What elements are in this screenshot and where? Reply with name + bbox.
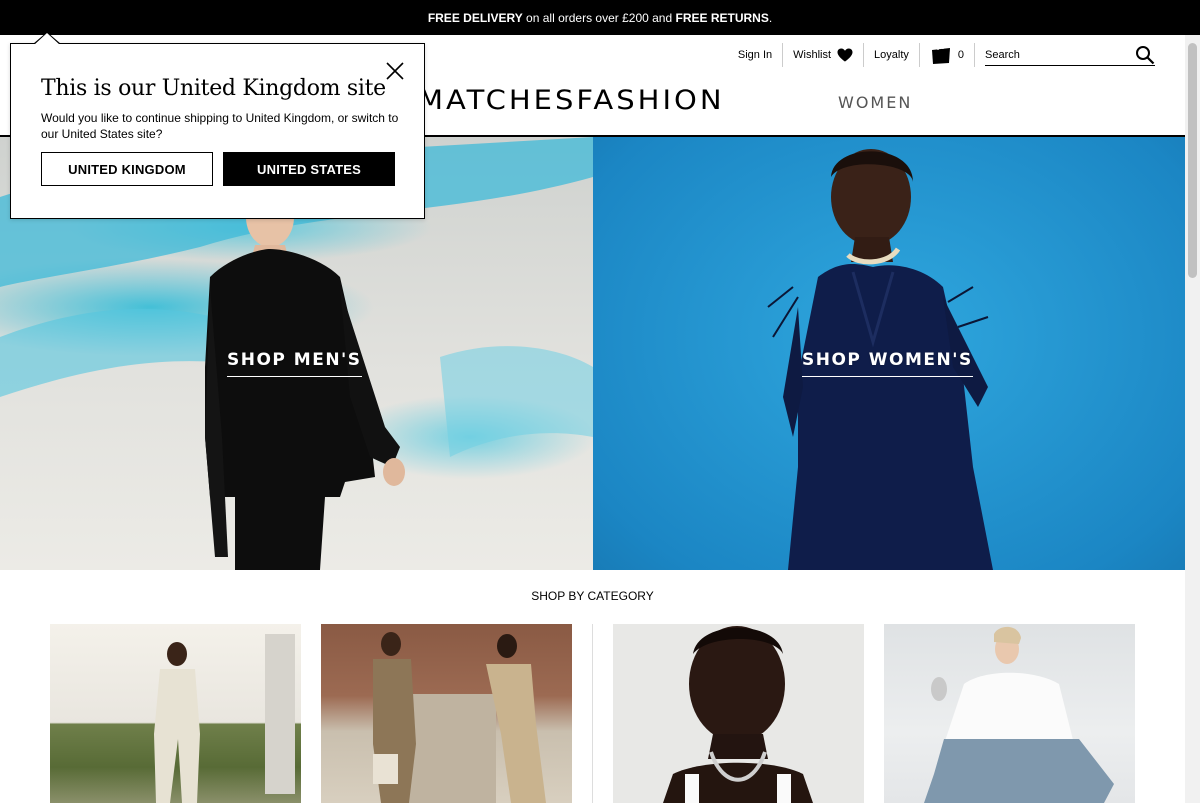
bag-count: 0 <box>957 49 964 61</box>
popup-body: Would you like to continue shipping to U… <box>41 111 399 141</box>
wishlist-label: Wishlist <box>793 49 832 61</box>
category-card-men-1[interactable] <box>50 624 301 803</box>
promo-text: on all orders over £200 and <box>522 10 676 25</box>
wishlist-link[interactable]: Wishlist <box>783 43 865 67</box>
category-card-women-1[interactable] <box>613 624 864 803</box>
sign-in-label: Sign In <box>737 49 773 61</box>
hero-women-panel[interactable]: SHOP WOMEN'S <box>593 137 1185 570</box>
shop-womens-link[interactable]: SHOP WOMEN'S <box>802 350 973 377</box>
category-card-women-2[interactable] <box>884 624 1135 803</box>
promo-free-returns: FREE RETURNS <box>675 10 769 25</box>
gender-switch-women[interactable]: WOMEN <box>838 93 912 112</box>
popup-arrow <box>33 32 61 45</box>
united-states-button[interactable]: UNITED STATES <box>223 152 395 186</box>
united-kingdom-button[interactable]: UNITED KINGDOM <box>41 152 213 186</box>
page-scrollbar[interactable] <box>1185 35 1200 803</box>
popup-title: This is our United Kingdom site <box>41 76 386 101</box>
close-icon[interactable] <box>384 60 406 82</box>
category-image-men-2 <box>373 632 546 803</box>
category-image-men-1 <box>154 634 295 803</box>
heart-icon <box>837 48 853 62</box>
promo-free-delivery: FREE DELIVERY <box>427 10 523 25</box>
category-image-women-1 <box>663 626 813 803</box>
promo-banner: FREE DELIVERY on all orders over £200 an… <box>0 0 1200 35</box>
search-icon[interactable] <box>1135 45 1155 65</box>
utility-nav: Sign In Wishlist Loyalty 0 <box>728 43 1155 67</box>
category-image-women-2 <box>924 626 1114 803</box>
category-grid <box>0 624 1185 803</box>
scrollbar-thumb[interactable] <box>1188 43 1197 278</box>
site-logo[interactable]: MATCHESFASHION <box>418 84 725 115</box>
loyalty-link[interactable]: Loyalty <box>864 43 920 67</box>
bag-icon <box>931 45 950 64</box>
search-input[interactable] <box>985 48 1125 61</box>
category-section-title: SHOP BY CATEGORY <box>531 589 654 603</box>
category-card-men-2[interactable] <box>321 624 572 803</box>
bag-link[interactable]: 0 <box>920 43 975 67</box>
loyalty-label: Loyalty <box>874 49 909 61</box>
category-divider <box>592 624 593 803</box>
search-box <box>985 44 1155 66</box>
shop-mens-link[interactable]: SHOP MEN'S <box>227 350 362 377</box>
promo-period: . <box>768 10 773 25</box>
sign-in-link[interactable]: Sign In <box>728 43 784 67</box>
region-popup: This is our United Kingdom site Would yo… <box>10 32 425 219</box>
